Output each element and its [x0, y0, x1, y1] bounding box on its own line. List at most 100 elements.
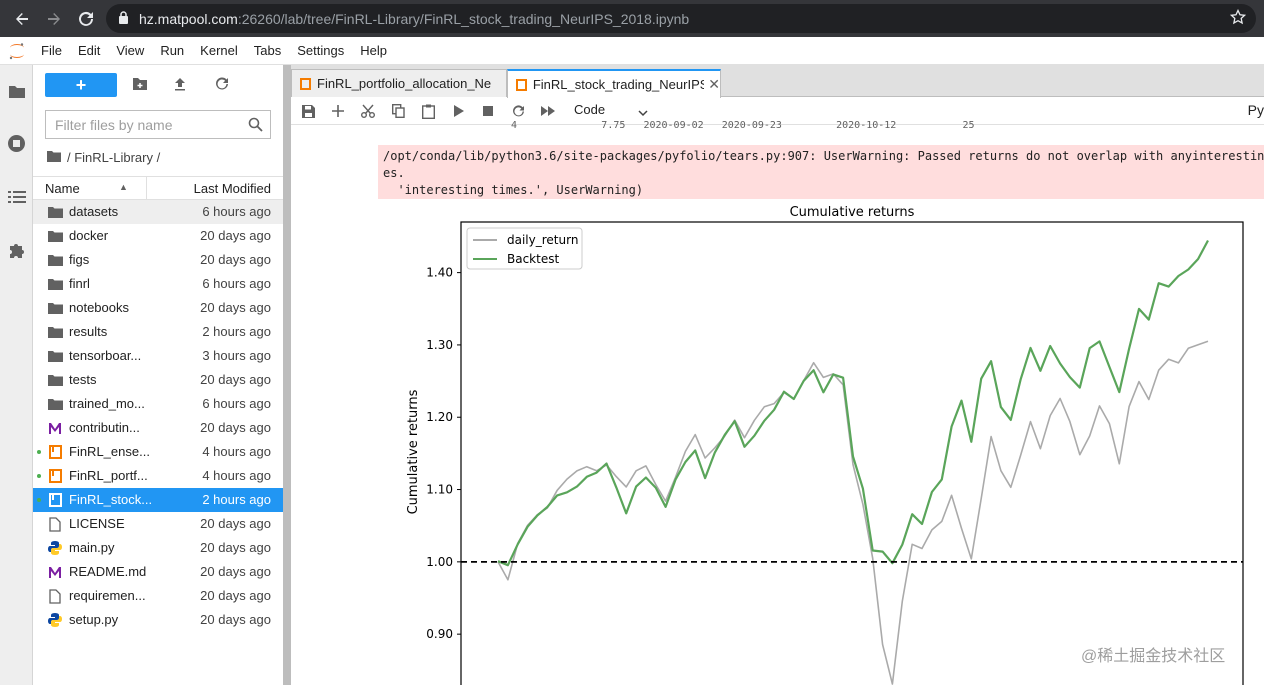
menu-edit[interactable]: Edit: [70, 43, 108, 58]
file-name: LICENSE: [69, 516, 125, 531]
file-name: docker: [69, 228, 109, 243]
y-axis-label: Cumulative returns: [406, 389, 421, 514]
file-modified: 4 hours ago: [202, 468, 271, 483]
run-icon[interactable]: [451, 103, 467, 119]
file-modified: 4 hours ago: [202, 444, 271, 459]
cell-type-dropdown[interactable]: Code: [574, 102, 605, 117]
paste-icon[interactable]: [420, 103, 436, 119]
file-name: setup.py: [69, 612, 119, 627]
file-list-item[interactable]: contributin... 20 days ago: [33, 416, 283, 440]
file-list-item[interactable]: datasets 6 hours ago: [33, 200, 283, 224]
refresh-icon[interactable]: [215, 77, 231, 93]
new-launcher-button[interactable]: +: [45, 73, 117, 97]
panel-splitter[interactable]: [283, 65, 291, 685]
file-name: tests: [69, 372, 97, 387]
file-list-item[interactable]: requiremen... 20 days ago: [33, 584, 283, 608]
name-column-header[interactable]: Name: [45, 181, 80, 196]
copy-icon[interactable]: [390, 103, 406, 119]
last-modified-column-header[interactable]: Last Modified: [194, 181, 271, 196]
y-tick-label: 1.30: [426, 338, 453, 352]
sort-ascending-icon: ▲: [119, 182, 128, 192]
file-list-item[interactable]: tests 20 days ago: [33, 368, 283, 392]
kernel-name[interactable]: Py: [1248, 102, 1264, 118]
reload-icon[interactable]: [70, 3, 102, 35]
home-folder-icon[interactable]: [47, 150, 61, 165]
tab-label: FinRL_stock_trading_NeurIPS: [532, 77, 705, 92]
file-name: requiremen...: [69, 588, 146, 603]
back-arrow-icon[interactable]: [6, 3, 38, 35]
restart-kernel-icon[interactable]: [510, 103, 526, 119]
notebook-icon: [47, 444, 63, 460]
tab-portfolio-allocation[interactable]: FinRL_portfolio_allocation_Ne: [291, 69, 507, 97]
fast-forward-icon[interactable]: [540, 103, 556, 119]
file-list-item[interactable]: setup.py 20 days ago: [33, 608, 283, 632]
lock-icon: [118, 10, 129, 27]
legend-label: daily_return: [507, 233, 578, 247]
file-list-header: Name ▲ Last Modified: [33, 176, 283, 200]
breadcrumb-path[interactable]: / FinRL-Library /: [67, 150, 160, 165]
new-folder-icon[interactable]: [132, 77, 148, 93]
stop-icon[interactable]: [480, 103, 496, 119]
address-bar[interactable]: hz.matpool.com:26260/lab/tree/FinRL-Libr…: [106, 4, 1256, 33]
menu-run[interactable]: Run: [152, 43, 192, 58]
folder-icon[interactable]: [6, 81, 27, 102]
table-of-contents-icon[interactable]: [6, 186, 27, 207]
running-sessions-icon[interactable]: [6, 133, 27, 154]
file-list-item[interactable]: FinRL_stock... 2 hours ago: [33, 488, 283, 512]
file-modified: 20 days ago: [200, 252, 271, 267]
file-modified: 20 days ago: [200, 228, 271, 243]
extension-puzzle-icon[interactable]: [6, 239, 27, 260]
y-tick-label: 1.10: [426, 483, 453, 497]
file-list-item[interactable]: figs 20 days ago: [33, 248, 283, 272]
y-tick-label: 0.90: [426, 627, 453, 641]
bookmark-star-icon[interactable]: [1229, 8, 1247, 28]
insert-cell-icon[interactable]: [330, 103, 346, 119]
folder-icon: [47, 372, 63, 388]
filter-placeholder: Filter files by name: [55, 116, 173, 133]
file-list-item[interactable]: results 2 hours ago: [33, 320, 283, 344]
file-modified: 3 hours ago: [202, 348, 271, 363]
column-divider: [146, 177, 147, 200]
chevron-down-icon[interactable]: [638, 105, 648, 120]
file-list-item[interactable]: notebooks 20 days ago: [33, 296, 283, 320]
markdown-icon: [47, 420, 63, 436]
menu-kernel[interactable]: Kernel: [192, 43, 246, 58]
folder-icon: [47, 252, 63, 268]
notebook-area: FinRL_portfolio_allocation_Ne FinRL_stoc…: [291, 65, 1264, 685]
file-list-item[interactable]: tensorboar... 3 hours ago: [33, 344, 283, 368]
file-browser-toolbar: +: [33, 65, 283, 105]
tab-stock-trading[interactable]: FinRL_stock_trading_NeurIPS ✕: [507, 69, 721, 98]
file-name: README.md: [69, 564, 147, 579]
file-modified: 6 hours ago: [202, 396, 271, 411]
legend-label: Backtest: [507, 252, 559, 266]
file-list-item[interactable]: trained_mo... 6 hours ago: [33, 392, 283, 416]
menu-help[interactable]: Help: [352, 43, 395, 58]
file-list-item[interactable]: FinRL_portf... 4 hours ago: [33, 464, 283, 488]
file-list-item[interactable]: docker 20 days ago: [33, 224, 283, 248]
file-list-item[interactable]: main.py 20 days ago: [33, 536, 283, 560]
file-name: notebooks: [69, 300, 129, 315]
file-modified: 20 days ago: [200, 516, 271, 531]
forward-arrow-icon[interactable]: [38, 3, 70, 35]
watermark: @稀土掘金技术社区: [1081, 648, 1226, 665]
save-icon[interactable]: [300, 103, 316, 119]
file-modified: 20 days ago: [200, 420, 271, 435]
menu-tabs[interactable]: Tabs: [246, 43, 289, 58]
close-icon[interactable]: ✕: [708, 76, 720, 93]
file-list-item[interactable]: finrl 6 hours ago: [33, 272, 283, 296]
stderr-line: es.: [383, 166, 405, 180]
menu-settings[interactable]: Settings: [289, 43, 352, 58]
menu-file[interactable]: File: [33, 43, 70, 58]
cut-icon[interactable]: [360, 103, 376, 119]
chart-title: Cumulative returns: [790, 205, 915, 220]
file-list-item[interactable]: README.md 20 days ago: [33, 560, 283, 584]
file-list-item[interactable]: FinRL_ense... 4 hours ago: [33, 440, 283, 464]
filter-files-input[interactable]: Filter files by name: [45, 110, 271, 139]
notebook-icon: [47, 468, 63, 484]
file-list-item[interactable]: LICENSE 20 days ago: [33, 512, 283, 536]
series-group: [497, 239, 1209, 685]
previous-output-row: 4 7.75 2020-09-02 2020-09-23 2020-10-12 …: [511, 120, 975, 131]
file-modified: 6 hours ago: [202, 204, 271, 219]
upload-icon[interactable]: [173, 77, 189, 93]
menu-view[interactable]: View: [108, 43, 152, 58]
